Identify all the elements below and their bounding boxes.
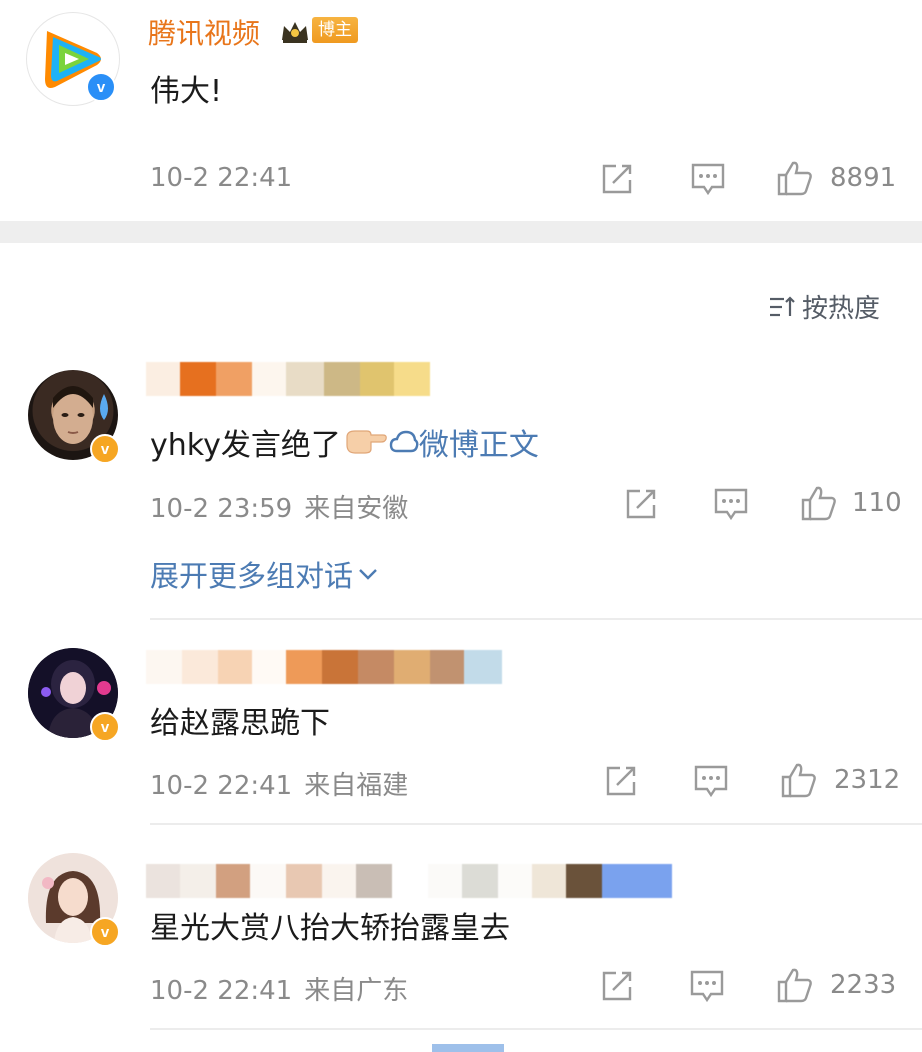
like-count: 2233: [830, 970, 897, 1000]
blogger-tag: 博主: [312, 17, 358, 43]
share-icon[interactable]: [600, 162, 634, 200]
like-count: 110: [852, 488, 902, 518]
post-author-name[interactable]: 腾讯视频: [148, 12, 260, 52]
weibo-link[interactable]: 微博正文: [389, 420, 539, 464]
comment-meta: 10-2 22:41 来自福建: [150, 765, 408, 802]
thumb-up-icon: [781, 763, 816, 798]
pointing-hand-emoji-icon: [345, 425, 387, 459]
thumb-up-icon: [801, 486, 836, 521]
sort-icon: [770, 295, 795, 316]
divider: [150, 1028, 922, 1030]
chevron-down-icon: [359, 569, 377, 580]
like-count: 8891: [830, 163, 897, 193]
sort-label: 按热度: [802, 294, 881, 324]
like-button[interactable]: 2233: [776, 967, 896, 1003]
sort-by-hot-button[interactable]: 按热度: [768, 288, 880, 325]
like-button[interactable]: 110: [800, 485, 902, 521]
like-button[interactable]: 8891: [776, 160, 896, 196]
comment-icon[interactable]: [690, 162, 726, 200]
blurred-username: [146, 650, 502, 684]
comment-text: 星光大赏八抬大轿抬露皇去: [150, 911, 510, 946]
post-time: 10-2 22:41: [150, 163, 293, 193]
comment-location: 来自福建: [304, 771, 409, 801]
section-separator: [0, 221, 922, 243]
thumb-up-icon: [777, 161, 812, 196]
like-button[interactable]: 2312: [780, 762, 900, 798]
verified-v-icon: v: [90, 434, 120, 464]
comment-icon[interactable]: [693, 764, 729, 802]
next-item-edge: [432, 1044, 504, 1052]
blurred-username: [146, 362, 430, 396]
comment-text: yhky发言绝了 微博正文: [150, 420, 539, 464]
comment-text: 给赵露思跪下: [150, 706, 330, 741]
comment-meta: 10-2 22:41 来自广东: [150, 970, 408, 1007]
post-text: 伟大!: [150, 74, 223, 109]
comment-time: 10-2 23:59: [150, 494, 293, 524]
divider: [150, 618, 922, 620]
comment-time: 10-2 22:41: [150, 771, 293, 801]
crown-icon: [278, 16, 312, 44]
blogger-badge: 博主: [278, 16, 358, 44]
verified-v-icon: v: [90, 712, 120, 742]
like-count: 2312: [834, 765, 901, 795]
divider: [150, 823, 922, 825]
comment-icon[interactable]: [713, 487, 749, 525]
comment-time: 10-2 22:41: [150, 976, 293, 1006]
comment-meta: 10-2 23:59 来自安徽: [150, 488, 408, 525]
share-icon[interactable]: [624, 487, 658, 525]
comment-location: 来自安徽: [304, 494, 409, 524]
blurred-username: [146, 864, 672, 898]
verified-v-icon: v: [86, 72, 116, 102]
comment-location: 来自广东: [304, 976, 409, 1006]
link-cloud-icon: [389, 430, 419, 453]
verified-v-icon: v: [90, 917, 120, 947]
share-icon[interactable]: [600, 969, 634, 1007]
comment-icon[interactable]: [689, 969, 725, 1007]
expand-replies-button[interactable]: 展开更多组对话: [150, 553, 379, 595]
thumb-up-icon: [777, 968, 812, 1003]
share-icon[interactable]: [604, 764, 638, 802]
